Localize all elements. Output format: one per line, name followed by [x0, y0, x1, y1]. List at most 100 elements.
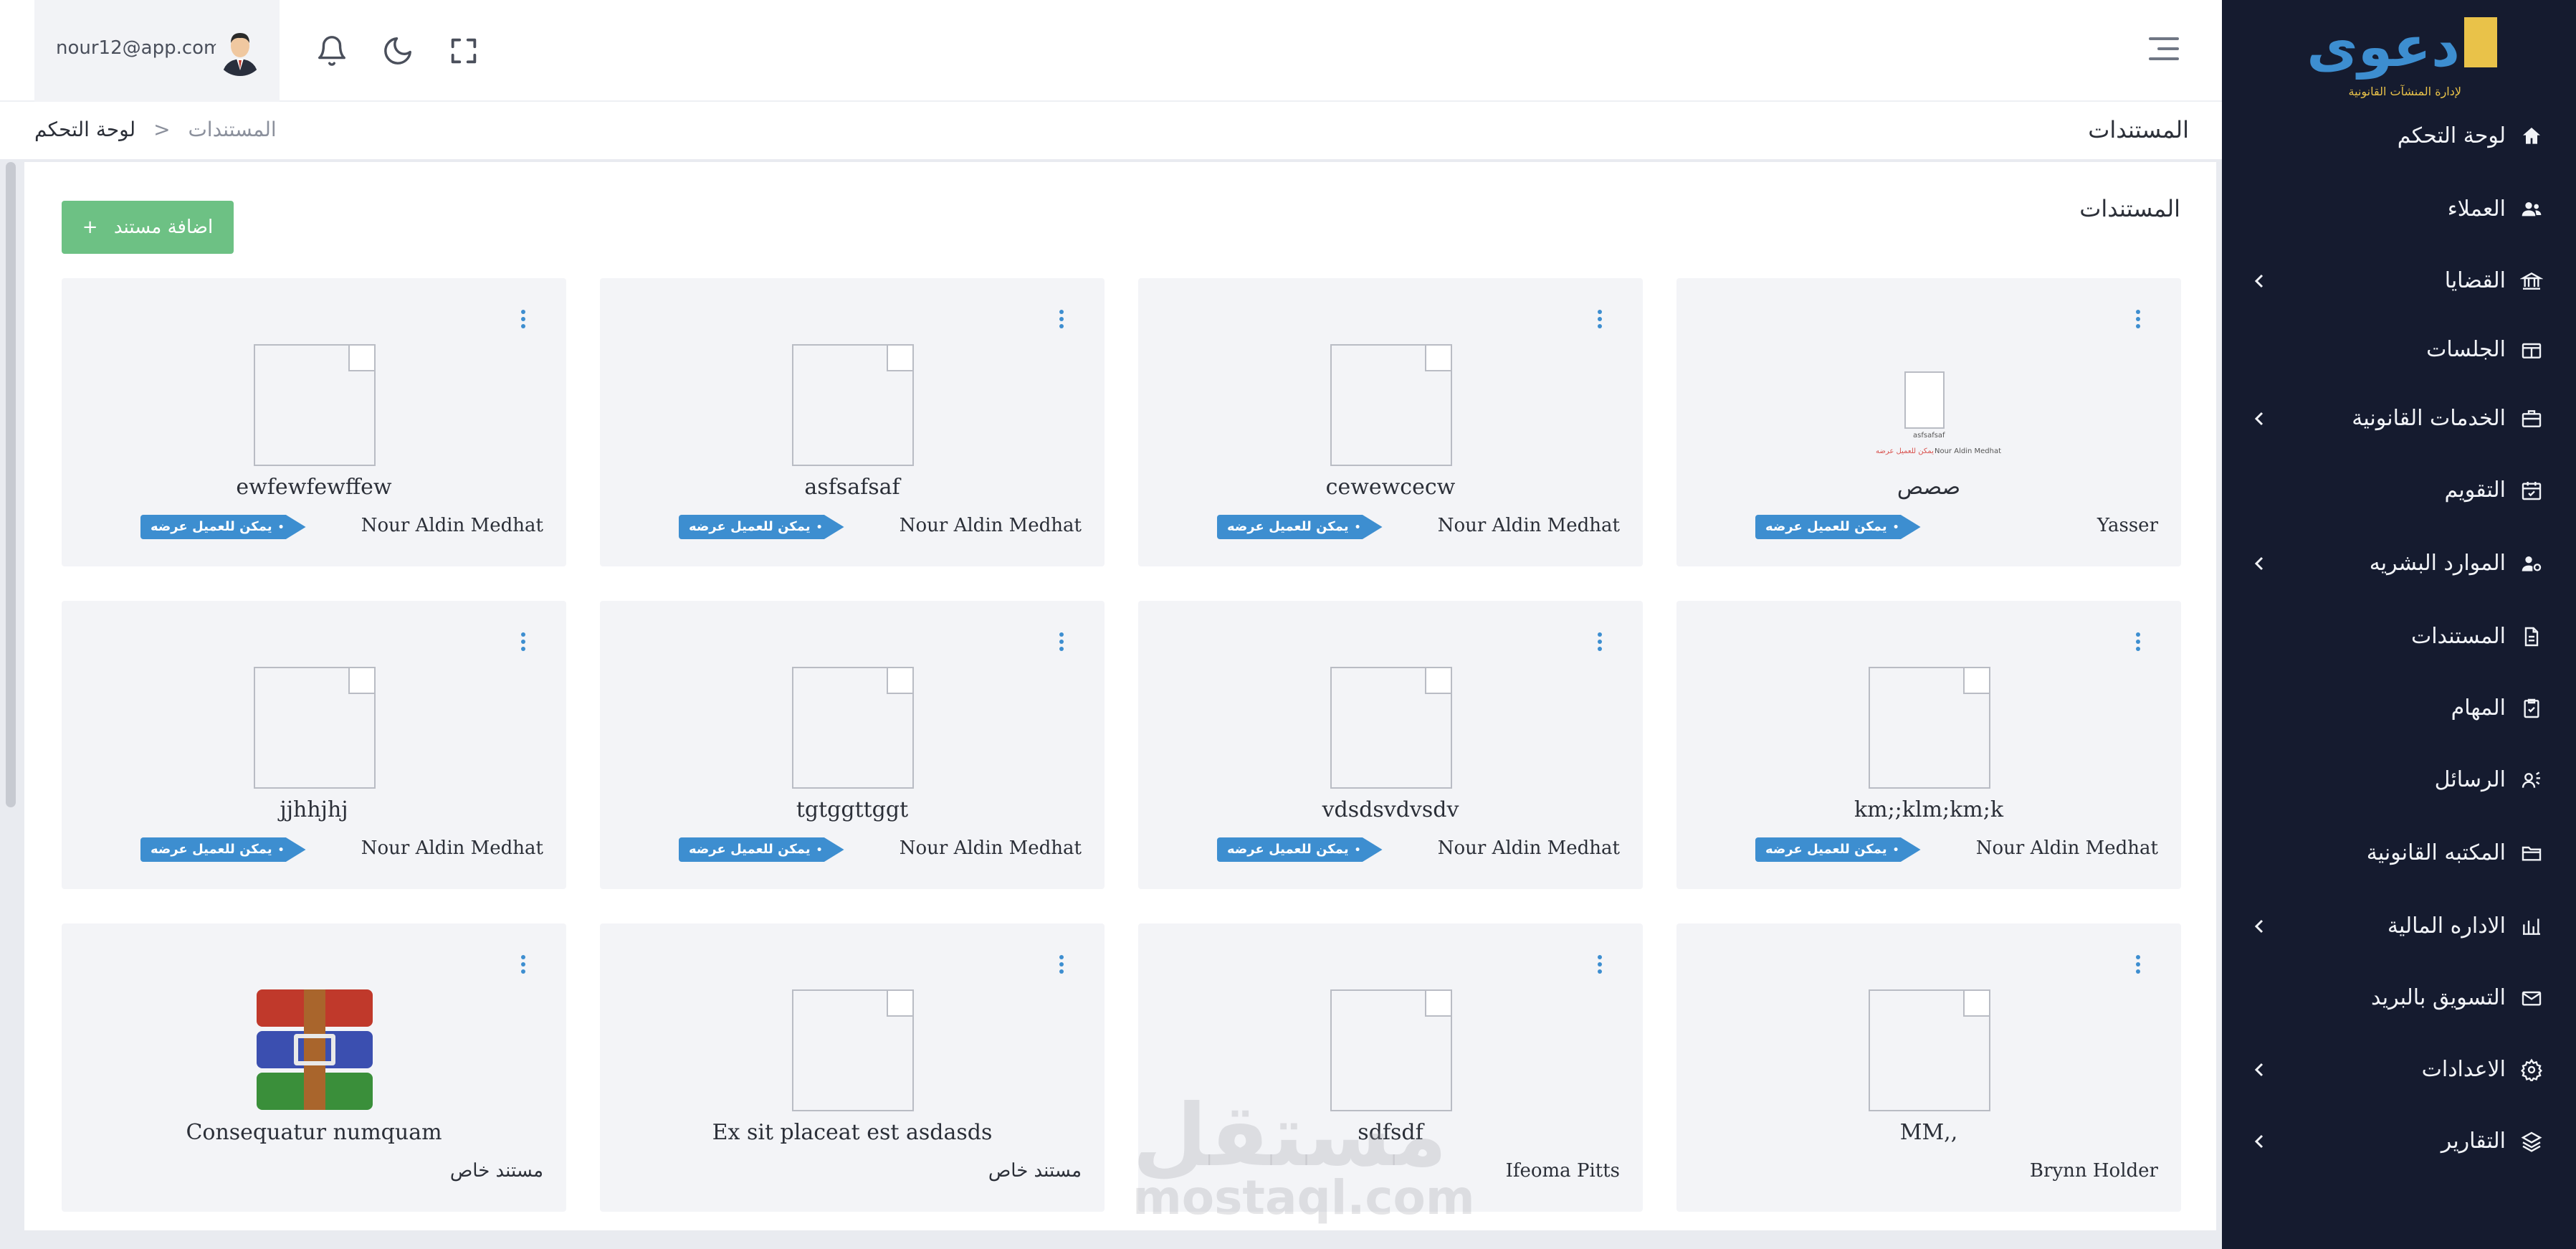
- logo-document-icon: [2464, 17, 2497, 67]
- preview-doc-name: asfsafsaf: [1913, 432, 1945, 440]
- more-options-icon[interactable]: [516, 952, 530, 977]
- bottom-strip: [0, 1230, 2222, 1249]
- document-card[interactable]: asfsafsaf Nour Aldin Medhat يمكن للعميل عر…: [1676, 278, 2181, 566]
- home-icon: [2520, 125, 2543, 148]
- app-logo[interactable]: دعوى لإدارة المنشآت القانونية: [2304, 13, 2497, 99]
- document-owner: Nour Aldin Medhat: [899, 837, 1082, 859]
- logo-subtitle: لإدارة المنشآت القانونية: [2348, 85, 2461, 98]
- sidebar-item-label: التسويق بالبريد: [2370, 985, 2506, 1010]
- document-card[interactable]: cewewcecw Nour Aldin Medhat يمكن للعميل عر…: [1138, 278, 1643, 566]
- more-options-icon[interactable]: [2131, 307, 2145, 331]
- document-name: jjhhjhj: [280, 797, 348, 822]
- bell-icon[interactable]: [315, 34, 348, 67]
- add-document-label: اضافة مستند: [113, 217, 214, 238]
- user-menu[interactable]: nour12@app.com: [34, 0, 280, 102]
- sidebar-item-8[interactable]: المستندات: [2222, 608, 2576, 665]
- broken-image-icon: [1869, 667, 1990, 789]
- page-title: المستندات: [2088, 116, 2189, 143]
- client-visible-badge: يمكن للعميل عرضه •: [679, 515, 844, 539]
- more-options-icon[interactable]: [516, 630, 530, 654]
- dot-icon: •: [816, 845, 823, 856]
- sidebar-item-6[interactable]: التقويم: [2222, 462, 2576, 519]
- broken-image-icon: [1330, 667, 1452, 789]
- more-options-icon[interactable]: [1054, 307, 1069, 331]
- broken-image-icon: [792, 344, 914, 466]
- sidebar-item-5[interactable]: الخدمات القانونية: [2222, 390, 2576, 447]
- finance-icon: [2520, 915, 2543, 938]
- sidebar-item-9[interactable]: المهام: [2222, 680, 2576, 737]
- sidebar: دعوى لإدارة المنشآت القانونية لوحة التحك…: [2222, 0, 2576, 1249]
- document-card[interactable]: jjhhjhj Nour Aldin Medhat يمكن للعميل عرضه…: [62, 601, 566, 889]
- breadcrumb-current: المستندات: [188, 118, 277, 141]
- chevron-left-icon: [2251, 1127, 2266, 1162]
- add-document-button[interactable]: + اضافة مستند: [62, 201, 234, 254]
- document-name: ewfewfewffew: [236, 475, 392, 500]
- sidebar-item-4[interactable]: الجلسات: [2222, 321, 2576, 379]
- document-card[interactable]: tgtggttggt Nour Aldin Medhat يمكن للعميل ع…: [600, 601, 1105, 889]
- dot-icon: •: [1354, 845, 1361, 856]
- watermark-url: mostaql.com: [1132, 1170, 1475, 1225]
- breadcrumb-home-link[interactable]: لوحة التحكم: [34, 118, 135, 141]
- dot-icon: •: [277, 845, 285, 856]
- sidebar-item-label: التقويم: [2444, 478, 2506, 503]
- client-visible-badge: يمكن للعميل عرضه •: [679, 837, 844, 862]
- dot-icon: •: [1892, 522, 1899, 533]
- document-card[interactable]: vdsdsvdvsdv Nour Aldin Medhat يمكن للعميل …: [1138, 601, 1643, 889]
- document-owner: Nour Aldin Medhat: [1437, 515, 1620, 536]
- sidebar-item-12[interactable]: الاداره المالية: [2222, 898, 2576, 955]
- calendar-icon: [2520, 479, 2543, 502]
- sidebar-item-11[interactable]: المكتبه القانونية: [2222, 825, 2576, 882]
- document-owner: Brynn Holder: [2029, 1160, 2158, 1182]
- more-options-icon[interactable]: [1593, 630, 1607, 654]
- scrollbar[interactable]: [6, 162, 16, 807]
- archive-icon: [254, 989, 376, 1111]
- more-options-icon[interactable]: [1593, 952, 1607, 977]
- sidebar-item-13[interactable]: التسويق بالبريد: [2222, 969, 2576, 1027]
- folder-icon: [2520, 842, 2543, 865]
- dot-icon: •: [1892, 845, 1899, 856]
- chevron-left-icon: [2251, 1055, 2266, 1091]
- session-icon: [2520, 338, 2543, 361]
- watermark-logo: مستقل: [1132, 1086, 1447, 1186]
- more-options-icon[interactable]: [1054, 952, 1069, 977]
- document-card[interactable]: km;;klm;km;k Nour Aldin Medhat يمكن للعميل…: [1676, 601, 2181, 889]
- document-owner: Nour Aldin Medhat: [1975, 837, 2158, 859]
- client-visible-label: يمكن للعميل عرضه: [1227, 519, 1349, 534]
- sidebar-item-15[interactable]: التقارير: [2222, 1113, 2576, 1170]
- users-icon: [2520, 198, 2543, 221]
- document-card[interactable]: asfsafsaf Nour Aldin Medhat يمكن للعميل عر…: [600, 278, 1105, 566]
- more-options-icon[interactable]: [2131, 630, 2145, 654]
- sidebar-item-7[interactable]: الموارد البشريه: [2222, 535, 2576, 592]
- sidebar-item-2[interactable]: العملاء: [2222, 181, 2576, 238]
- chevron-left-icon: [2251, 267, 2266, 302]
- sidebar-item-1[interactable]: لوحة التحكم: [2222, 108, 2576, 165]
- sidebar-item-label: المستندات: [2410, 624, 2506, 649]
- document-card[interactable]: MM,, Brynn Holder: [1676, 923, 2181, 1212]
- sidebar-item-label: الرسائل: [2434, 767, 2506, 792]
- sidebar-item-label: الخدمات القانونية: [2352, 406, 2506, 431]
- dot-icon: •: [1354, 522, 1361, 533]
- document-card[interactable]: ewfewfewffew Nour Aldin Medhat يمكن للعميل…: [62, 278, 566, 566]
- user-gear-icon: [2520, 552, 2543, 575]
- layers-icon: [2520, 1130, 2543, 1153]
- dot-icon: •: [816, 522, 823, 533]
- avatar: [215, 26, 265, 76]
- client-visible-label: يمكن للعميل عرضه: [1765, 842, 1887, 857]
- sidebar-item-3[interactable]: القضايا: [2222, 252, 2576, 310]
- more-options-icon[interactable]: [516, 307, 530, 331]
- sidebar-item-label: الموارد البشريه: [2369, 551, 2506, 576]
- sidebar-item-14[interactable]: الاعدادات: [2222, 1041, 2576, 1098]
- more-options-icon[interactable]: [1593, 307, 1607, 331]
- fullscreen-icon[interactable]: [447, 34, 480, 67]
- document-owner: Yasser: [2096, 515, 2158, 536]
- client-visible-badge: يمكن للعميل عرضه •: [1755, 837, 1921, 862]
- sidebar-item-label: المهام: [2451, 695, 2506, 721]
- document-card[interactable]: Consequatur numquam مستند خاص: [62, 923, 566, 1212]
- more-options-icon[interactable]: [1054, 630, 1069, 654]
- more-options-icon[interactable]: [2131, 952, 2145, 977]
- document-icon: [2520, 625, 2543, 648]
- document-card[interactable]: Ex sit placeat est asdasds مستند خاص: [600, 923, 1105, 1212]
- moon-icon[interactable]: [381, 34, 414, 67]
- menu-toggle-icon[interactable]: [2149, 37, 2179, 63]
- sidebar-item-10[interactable]: الرسائل: [2222, 751, 2576, 809]
